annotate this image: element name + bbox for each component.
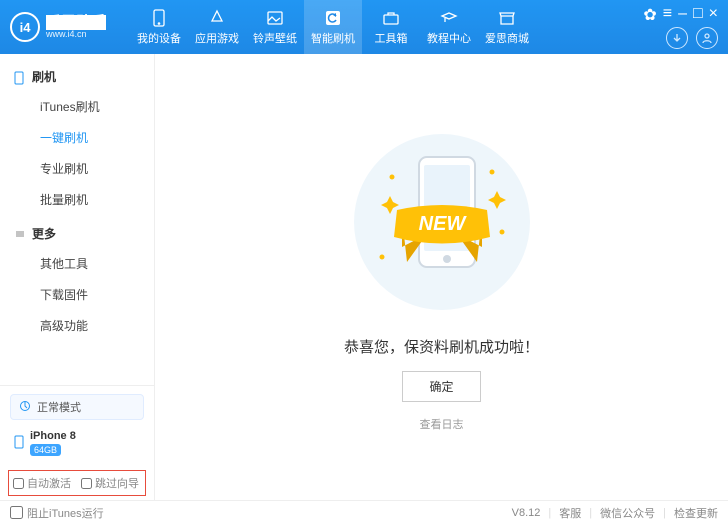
user-button[interactable] [696, 27, 718, 49]
skip-setup-input[interactable] [81, 478, 92, 489]
sidebar-group-flash[interactable]: 刷机 [0, 62, 154, 91]
nav-flash[interactable]: 智能刷机 [304, 0, 362, 54]
close-button[interactable]: × [709, 5, 718, 25]
skip-setup-checkbox[interactable]: 跳过向导 [81, 475, 139, 491]
sidebar-item-itunes-flash[interactable]: iTunes刷机 [0, 91, 154, 122]
success-message: 恭喜您，保资料刷机成功啦！ [344, 336, 539, 357]
app-name: 爱思助手 [46, 15, 106, 30]
block-itunes-label: 阻止iTunes运行 [27, 505, 104, 521]
version-label: V8.12 [512, 507, 541, 519]
auto-activate-label: 自动激活 [27, 475, 71, 491]
nav-label: 爱思商城 [485, 30, 529, 46]
sidebar-item-pro-flash[interactable]: 专业刷机 [0, 153, 154, 184]
apps-icon [208, 9, 226, 27]
view-log-link[interactable]: 查看日志 [420, 416, 464, 432]
auto-activate-checkbox[interactable]: 自动激活 [13, 475, 71, 491]
sidebar-group-title: 刷机 [32, 68, 56, 85]
graduation-icon [440, 9, 458, 27]
nav-my-device[interactable]: 我的设备 [130, 0, 188, 54]
sidebar-group-title: 更多 [32, 225, 56, 242]
device-storage-badge: 64GB [30, 444, 61, 456]
logo: i4 爱思助手 www.i4.cn [10, 12, 130, 42]
nav-tools[interactable]: 工具箱 [362, 0, 420, 54]
nav-label: 应用游戏 [195, 30, 239, 46]
more-icon [14, 228, 26, 240]
app-window: i4 爱思助手 www.i4.cn 我的设备 应用游戏 铃声壁纸 智能刷机 [0, 0, 728, 524]
skin-button[interactable]: ✿ [643, 5, 656, 25]
skip-setup-label: 跳过向导 [95, 475, 139, 491]
app-site: www.i4.cn [46, 30, 106, 39]
nav-ringtones[interactable]: 铃声壁纸 [246, 0, 304, 54]
ok-button[interactable]: 确定 [402, 371, 480, 402]
block-itunes-checkbox[interactable]: 阻止iTunes运行 [10, 505, 104, 521]
auto-activate-input[interactable] [13, 478, 24, 489]
mode-label: 正常模式 [37, 399, 81, 415]
sidebar-group-more[interactable]: 更多 [0, 219, 154, 248]
nav-store[interactable]: 爱思商城 [478, 0, 536, 54]
success-illustration: NEW [342, 122, 542, 322]
nav-apps[interactable]: 应用游戏 [188, 0, 246, 54]
device-mode[interactable]: 正常模式 [10, 394, 144, 420]
refresh-icon [324, 9, 342, 27]
title-bar: i4 爱思助手 www.i4.cn 我的设备 应用游戏 铃声壁纸 智能刷机 [0, 0, 728, 54]
mode-icon [19, 400, 31, 415]
phone-icon [150, 9, 168, 27]
new-ribbon-text: NEW [418, 213, 467, 235]
device-info[interactable]: iPhone 8 64GB [10, 428, 144, 458]
sidebar-item-download-fw[interactable]: 下载固件 [0, 279, 154, 310]
minimize-button[interactable]: – [678, 5, 687, 25]
sidebar: 刷机 iTunes刷机 一键刷机 专业刷机 批量刷机 更多 其他工具 下载固件 … [0, 54, 155, 500]
check-update-link[interactable]: 检查更新 [674, 505, 718, 521]
device-icon [14, 435, 24, 452]
sidebar-item-oneclick-flash[interactable]: 一键刷机 [0, 122, 154, 153]
nav-label: 我的设备 [137, 30, 181, 46]
main-panel: NEW 恭喜您，保资料刷机成功啦！ 确定 查看日志 [155, 54, 728, 500]
phone-small-icon [14, 71, 26, 83]
support-link[interactable]: 客服 [559, 505, 581, 521]
logo-icon: i4 [10, 12, 40, 42]
bottom-options-highlighted: 自动激活 跳过向导 [8, 470, 146, 496]
nav-label: 教程中心 [427, 30, 471, 46]
body: 刷机 iTunes刷机 一键刷机 专业刷机 批量刷机 更多 其他工具 下载固件 … [0, 54, 728, 500]
nav-label: 智能刷机 [311, 30, 355, 46]
nav-label: 工具箱 [375, 30, 408, 46]
top-nav: 我的设备 应用游戏 铃声壁纸 智能刷机 工具箱 教程中心 [130, 0, 633, 54]
block-itunes-input[interactable] [10, 506, 23, 519]
store-icon [498, 9, 516, 27]
sidebar-item-batch-flash[interactable]: 批量刷机 [0, 184, 154, 215]
menu-button[interactable]: ≡ [663, 5, 672, 25]
nav-tutorials[interactable]: 教程中心 [420, 0, 478, 54]
download-button[interactable] [666, 27, 688, 49]
status-bar: 阻止iTunes运行 V8.12 | 客服 | 微信公众号 | 检查更新 [0, 500, 728, 524]
toolbox-icon [382, 9, 400, 27]
image-icon [266, 9, 284, 27]
maximize-button[interactable]: □ [693, 5, 703, 25]
sidebar-item-other-tools[interactable]: 其他工具 [0, 248, 154, 279]
wechat-link[interactable]: 微信公众号 [600, 505, 655, 521]
device-name: iPhone 8 [30, 430, 76, 442]
nav-label: 铃声壁纸 [253, 30, 297, 46]
sidebar-item-advanced[interactable]: 高级功能 [0, 310, 154, 341]
